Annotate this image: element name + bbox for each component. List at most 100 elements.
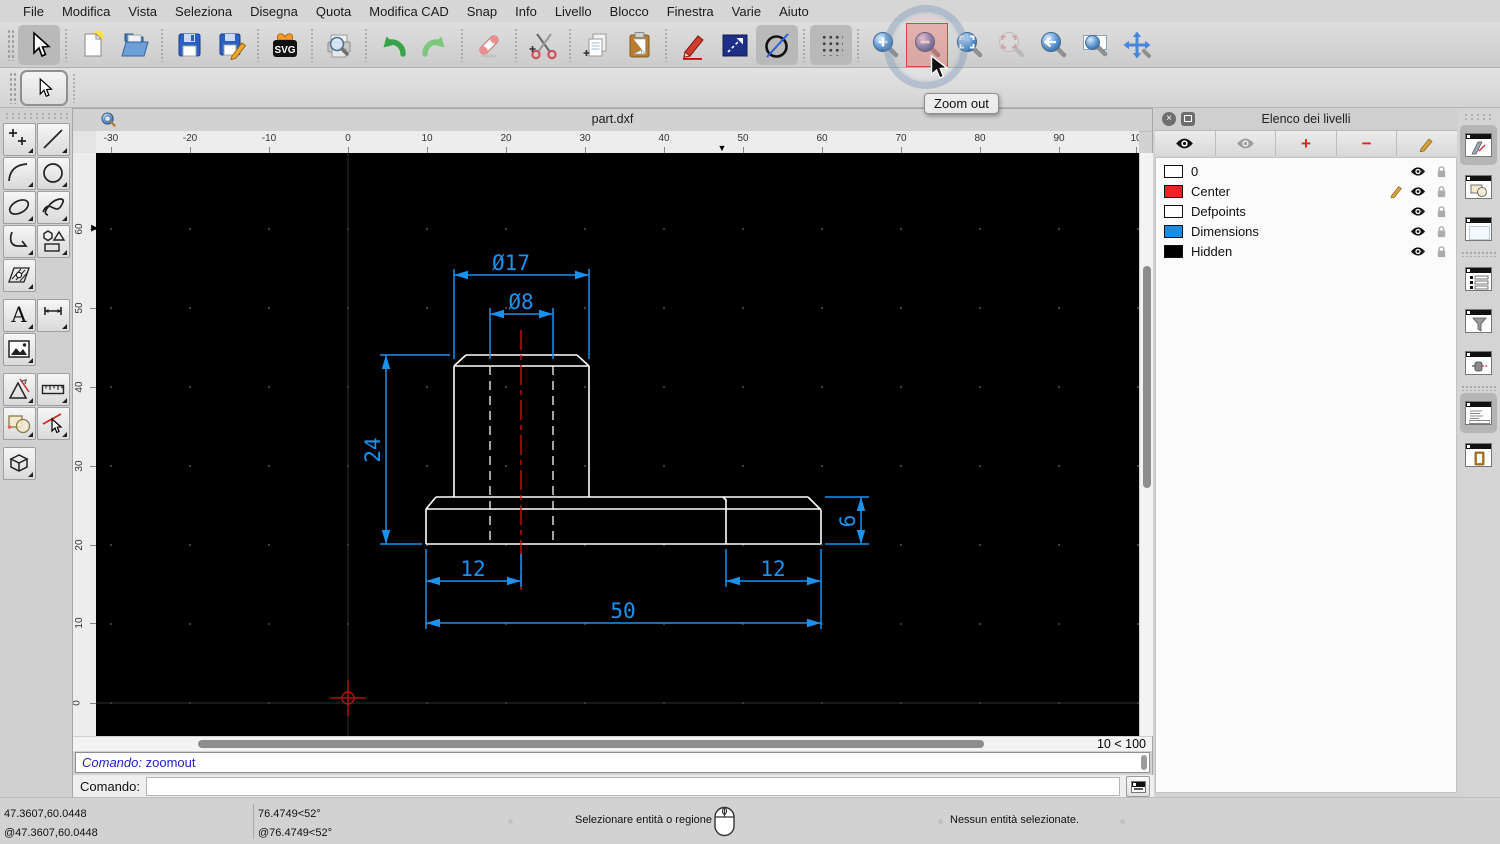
tool-points[interactable] xyxy=(3,123,36,156)
delete-button[interactable] xyxy=(468,25,510,65)
undo-button[interactable] xyxy=(372,25,414,65)
menu-seleziona[interactable]: Seleziona xyxy=(166,4,241,19)
zoom-previous-button[interactable] xyxy=(990,25,1032,65)
tool-modify[interactable] xyxy=(3,407,36,440)
menu-varie[interactable]: Varie xyxy=(723,4,770,19)
tool-text[interactable]: A xyxy=(3,299,36,332)
zoom-back-button[interactable] xyxy=(1032,25,1074,65)
menu-file[interactable]: File xyxy=(14,4,53,19)
hide-all-layers-button[interactable] xyxy=(1216,131,1277,156)
lock-icon[interactable] xyxy=(1435,165,1448,178)
print-preview-button[interactable] xyxy=(318,25,360,65)
dock-toggle-clipboard[interactable] xyxy=(1460,435,1497,475)
command-input[interactable] xyxy=(146,777,1120,796)
pencil-icon xyxy=(1419,136,1435,152)
eye-icon[interactable] xyxy=(1410,246,1426,257)
menu-quota[interactable]: Quota xyxy=(307,4,360,19)
vertical-scrollbar[interactable] xyxy=(1139,153,1153,736)
zoom-in-button[interactable] xyxy=(864,25,906,65)
drawing-canvas[interactable]: Ø17 Ø8 24 6 12 12 50 xyxy=(96,153,1139,736)
menu-blocco[interactable]: Blocco xyxy=(601,4,658,19)
menu-vista[interactable]: Vista xyxy=(119,4,166,19)
dock-column-handle[interactable] xyxy=(1463,113,1494,121)
tool-hatch[interactable] xyxy=(3,259,36,292)
copy-button[interactable] xyxy=(576,25,618,65)
remove-layer-button[interactable]: − xyxy=(1337,131,1398,156)
tool-dimension[interactable] xyxy=(37,299,70,332)
tool-select-entity[interactable] xyxy=(37,407,70,440)
menu-modifica[interactable]: Modifica xyxy=(53,4,119,19)
open-file-button[interactable] xyxy=(114,25,156,65)
edit-layer-button[interactable] xyxy=(1397,131,1457,156)
active-select-tool-button[interactable] xyxy=(20,70,68,106)
save-button[interactable] xyxy=(168,25,210,65)
tool-polygon[interactable] xyxy=(37,225,70,258)
command-options-button[interactable] xyxy=(1126,776,1150,797)
tool-circle[interactable] xyxy=(37,157,70,190)
eye-icon[interactable] xyxy=(1410,186,1426,197)
polyline-edit-button[interactable] xyxy=(714,25,756,65)
tool-image[interactable] xyxy=(3,333,36,366)
zoom-auto-button[interactable] xyxy=(948,25,990,65)
eye-icon[interactable] xyxy=(1410,226,1426,237)
layer-row-dimensions[interactable]: Dimensions xyxy=(1156,221,1456,241)
menu-livello[interactable]: Livello xyxy=(546,4,601,19)
tool-ruler[interactable] xyxy=(37,373,70,406)
layer-row-center[interactable]: Center xyxy=(1156,181,1456,201)
toolbar2-drag-handle[interactable] xyxy=(9,72,17,104)
lock-icon[interactable] xyxy=(1435,205,1448,218)
tool-measure[interactable] xyxy=(3,373,36,406)
lock-icon[interactable] xyxy=(1435,185,1448,198)
dock-toggle-pen-settings[interactable] xyxy=(1460,343,1497,383)
dock-toggle-library-browser[interactable] xyxy=(1460,209,1497,249)
window-list-icon xyxy=(1465,267,1492,291)
menu-finestra[interactable]: Finestra xyxy=(658,4,723,19)
dock-toggle-command-line[interactable] xyxy=(1460,393,1497,433)
paste-button[interactable] xyxy=(618,25,660,65)
history-scrollbar-thumb[interactable] xyxy=(1141,755,1147,770)
select-tool-button[interactable] xyxy=(18,25,60,65)
layer-row-hidden[interactable]: Hidden xyxy=(1156,241,1456,261)
zoom-pan-button[interactable] xyxy=(1116,25,1158,65)
redo-button[interactable] xyxy=(414,25,456,65)
eye-icon[interactable] xyxy=(1410,206,1426,217)
dock-toggle-selection-filter[interactable] xyxy=(1460,301,1497,341)
tool-polyline[interactable] xyxy=(3,225,36,258)
new-file-button[interactable] xyxy=(72,25,114,65)
tool-line[interactable] xyxy=(37,123,70,156)
dock-toggle-block-list[interactable] xyxy=(1460,167,1497,207)
save-as-button[interactable] xyxy=(210,25,252,65)
menu-snap[interactable]: Snap xyxy=(458,4,506,19)
grid-toggle-button[interactable] xyxy=(810,25,852,65)
tool-ellipse[interactable] xyxy=(3,191,36,224)
horizontal-scrollbar-thumb[interactable] xyxy=(198,740,984,748)
hruler-label: 50 xyxy=(737,133,748,144)
vertical-scrollbar-thumb[interactable] xyxy=(1143,266,1151,488)
show-all-layers-button[interactable] xyxy=(1155,131,1216,156)
circle-line-button[interactable] xyxy=(756,25,798,65)
svg-export-button[interactable]: SVG xyxy=(264,25,306,65)
tool-spline[interactable] xyxy=(37,191,70,224)
lock-icon[interactable] xyxy=(1435,225,1448,238)
palette-drag-handle[interactable] xyxy=(4,112,68,120)
layer-row-defpoints[interactable]: Defpoints xyxy=(1156,201,1456,221)
lock-icon[interactable] xyxy=(1435,245,1448,258)
zoom-out-button[interactable]: Zoom out xyxy=(906,25,948,65)
menu-disegna[interactable]: Disegna xyxy=(241,4,307,19)
dock-toggle-layer-list[interactable] xyxy=(1460,125,1497,165)
menu-info[interactable]: Info xyxy=(506,4,546,19)
zoom-window-button[interactable] xyxy=(1074,25,1116,65)
eye-icon[interactable] xyxy=(1410,166,1426,177)
horizontal-scrollbar[interactable]: 10 < 100 xyxy=(73,736,1152,751)
dock-toggle-column xyxy=(1457,108,1500,797)
toolbar-drag-handle[interactable] xyxy=(7,29,15,61)
menu-aiuto[interactable]: Aiuto xyxy=(770,4,818,19)
tool-3d-box[interactable] xyxy=(3,447,36,480)
layer-row-0[interactable]: 0 xyxy=(1156,161,1456,181)
dock-toggle-property-list[interactable] xyxy=(1460,259,1497,299)
menu-modifica-cad[interactable]: Modifica CAD xyxy=(360,4,457,19)
tool-arc[interactable] xyxy=(3,157,36,190)
add-layer-button[interactable]: + xyxy=(1276,131,1337,156)
pen-edit-button[interactable] xyxy=(672,25,714,65)
cut-button[interactable] xyxy=(522,25,564,65)
